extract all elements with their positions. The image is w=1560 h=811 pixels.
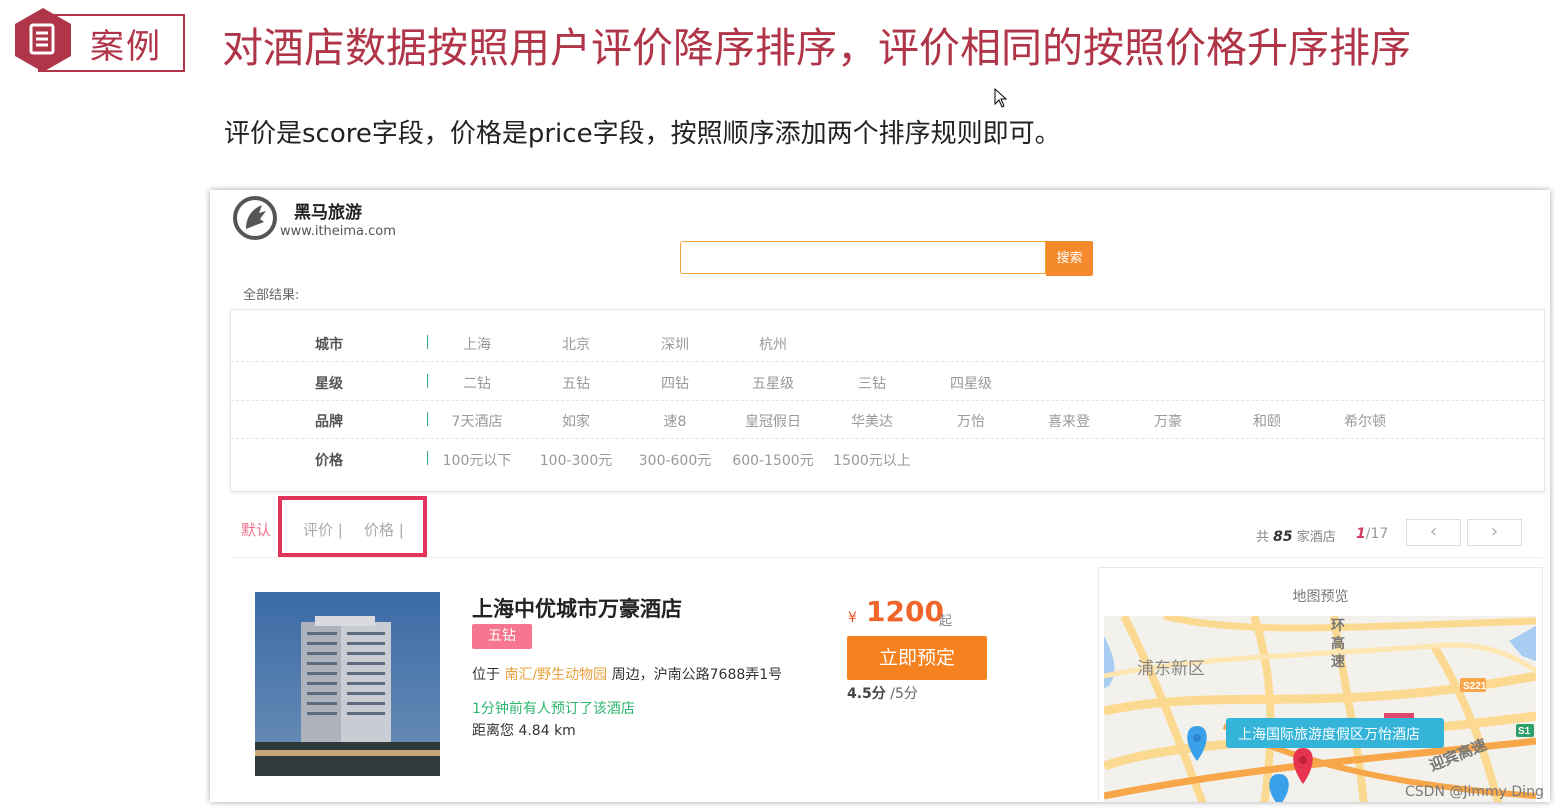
book-now-button[interactable]: 立即预定 <box>847 636 987 680</box>
hotel-score: 4.5分 /5分 <box>847 683 918 703</box>
hotel-photo[interactable] <box>255 592 440 776</box>
logo-url: www.itheima.com <box>280 224 396 239</box>
map-ring-road-label: 环高速 <box>1331 617 1345 669</box>
total-prefix: 共 <box>1256 530 1270 545</box>
filter-option[interactable]: 上海 <box>428 334 526 354</box>
case-badge: 案例 <box>10 7 185 72</box>
page-total: /17 <box>1365 526 1389 542</box>
horse-logo-icon <box>233 196 277 240</box>
document-icon <box>15 8 71 72</box>
filter-option[interactable]: 皇冠假日 <box>724 411 822 431</box>
filter-label: 品牌 <box>315 414 343 430</box>
filter-option[interactable]: 五星级 <box>724 373 822 393</box>
filter-option[interactable]: 和颐 <box>1218 411 1316 431</box>
filter-option[interactable]: 100-300元 <box>527 450 625 470</box>
filter-option[interactable]: 三钻 <box>823 373 921 393</box>
road-s221-label: S221 <box>1463 681 1487 692</box>
filter-row-price: 价格 100元以下 100-300元 300-600元 600-1500元 15… <box>231 439 1544 477</box>
addr-suffix: 周边，沪南公路7688弄1号 <box>611 667 783 683</box>
map-preview-panel: 地图预览 浦东新区 环高速 S221 S1 迎宾高速 上海国际旅游度假区万怡酒店 <box>1098 567 1543 802</box>
filter-label: 星级 <box>315 376 343 392</box>
filter-option[interactable]: 1500元以上 <box>823 450 921 470</box>
result-total: 共 85 家酒店 <box>1256 526 1336 545</box>
filter-option[interactable]: 华美达 <box>823 411 921 431</box>
next-page-button[interactable]: › <box>1467 519 1522 546</box>
map-title: 地图预览 <box>1292 589 1349 605</box>
map-view[interactable]: 浦东新区 环高速 S221 S1 迎宾高速 上海国际旅游度假区万怡酒店 <box>1104 616 1536 802</box>
hotel-distance: 距离您 4.84 km <box>472 723 576 739</box>
total-suffix: 家酒店 <box>1296 530 1336 545</box>
filter-row-star: 星级 二钻 五钻 四钻 五星级 三钻 四星级 <box>231 362 1544 401</box>
slide-title: 对酒店数据按照用户评价降序排序，评价相同的按照价格升序排序 <box>222 24 1411 72</box>
score-max: /5分 <box>890 686 918 702</box>
map-district-label: 浦东新区 <box>1137 659 1205 678</box>
filter-option[interactable]: 四星级 <box>922 373 1020 393</box>
hotel-name[interactable]: 上海中优城市万豪酒店 <box>472 593 682 623</box>
price-suffix: 起 <box>939 614 953 629</box>
filter-option[interactable]: 300-600元 <box>626 450 724 470</box>
search-button[interactable]: 搜索 <box>1046 241 1093 276</box>
hotel-star-badge: 五钻 <box>472 624 532 649</box>
search-input[interactable] <box>680 241 1046 274</box>
filter-option[interactable]: 万怡 <box>922 411 1020 431</box>
total-count: 85 <box>1273 529 1293 545</box>
score-value: 4.5分 <box>847 686 886 702</box>
filter-option[interactable]: 速8 <box>626 411 724 431</box>
filter-option[interactable]: 600-1500元 <box>724 450 822 470</box>
slide-subtitle: 评价是score字段，价格是price字段，按照顺序添加两个排序规则即可。 <box>224 119 1061 149</box>
map-popup-label: 上海国际旅游度假区万怡酒店 <box>1238 726 1420 742</box>
hotel-price: 1200 <box>866 595 944 628</box>
addr-area-link[interactable]: 南汇/野生动物园 <box>504 667 607 683</box>
mouse-cursor-icon <box>994 88 1008 108</box>
filter-row-city: 城市 上海 北京 深圳 杭州 <box>231 323 1544 362</box>
divider <box>230 557 1543 558</box>
road-s1-label: S1 <box>1518 726 1531 737</box>
filter-option[interactable]: 五钻 <box>527 373 625 393</box>
filter-option[interactable]: 北京 <box>527 334 625 354</box>
filter-option[interactable]: 100元以下 <box>428 450 526 470</box>
filter-panel: 城市 上海 北京 深圳 杭州 星级 二钻 五钻 四钻 五星级 三钻 四星级 品牌… <box>230 309 1545 492</box>
watermark: CSDN @Jimmy Ding <box>1405 784 1544 800</box>
page-info: 1/17 <box>1356 526 1388 542</box>
all-results-label: 全部结果: <box>243 288 300 303</box>
prev-page-button[interactable]: ‹ <box>1406 519 1461 546</box>
filter-label: 城市 <box>315 337 343 353</box>
filter-option[interactable]: 深圳 <box>626 334 724 354</box>
filter-option[interactable]: 喜来登 <box>1020 411 1118 431</box>
filter-option[interactable]: 万豪 <box>1119 411 1217 431</box>
logo-name: 黑马旅游 <box>294 203 362 223</box>
filter-label: 价格 <box>315 453 343 469</box>
addr-prefix: 位于 <box>472 667 500 683</box>
highlight-box <box>278 496 427 557</box>
sort-default-tab[interactable]: 默认 <box>241 519 271 540</box>
filter-row-brand: 品牌 7天酒店 如家 速8 皇冠假日 华美达 万怡 喜来登 万豪 和颐 希尔顿 <box>231 400 1544 439</box>
filter-option[interactable]: 7天酒店 <box>428 411 526 431</box>
page-current: 1 <box>1356 526 1366 542</box>
filter-option[interactable]: 杭州 <box>724 334 822 354</box>
embedded-screenshot: 黑马旅游 www.itheima.com 搜索 全部结果: 城市 上海 北京 深… <box>210 190 1550 802</box>
filter-option[interactable]: 四钻 <box>626 373 724 393</box>
filter-option[interactable]: 希尔顿 <box>1316 411 1414 431</box>
hotel-address: 位于 南汇/野生动物园 周边，沪南公路7688弄1号 <box>472 664 782 684</box>
filter-option[interactable]: 如家 <box>527 411 625 431</box>
recent-booking-note: 1分钟前有人预订了该酒店 <box>472 701 635 717</box>
currency-symbol: ¥ <box>848 610 857 626</box>
filter-option[interactable]: 二钻 <box>428 373 526 393</box>
case-badge-label: 案例 <box>90 27 162 67</box>
